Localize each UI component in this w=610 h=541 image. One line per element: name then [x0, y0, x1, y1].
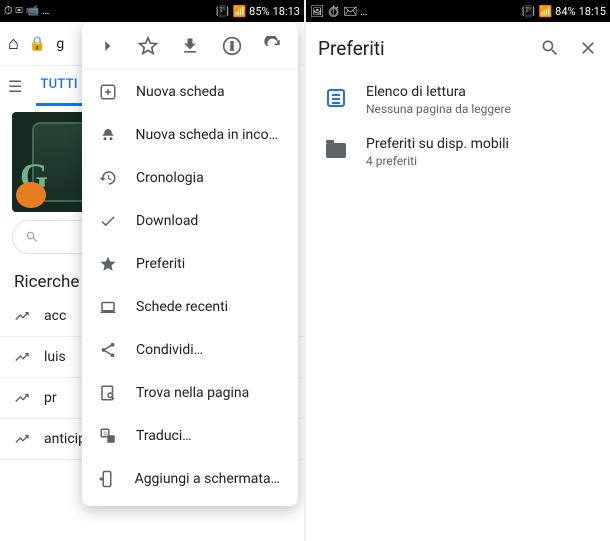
vibrate-icon: 📳	[216, 5, 230, 18]
menu-item-translate[interactable]: G Traduci…	[82, 414, 298, 457]
bookmarks-header: Preferiti	[306, 22, 610, 74]
trending-icon	[14, 431, 30, 447]
article-icon	[327, 89, 345, 107]
menu-item-incognito[interactable]: Nuova scheda in incog…	[82, 113, 298, 156]
menu-label: Schede recenti	[136, 299, 228, 315]
menu-label: Preferiti	[136, 256, 185, 272]
wifi-icon: 📶	[232, 5, 246, 18]
status-bar: 🖼 ⏱ ✉ … 📳 📶 84% 18:15	[306, 0, 610, 22]
menu-label: Nuova scheda	[136, 84, 225, 100]
menu-label: Trova nella pagina	[136, 385, 249, 401]
trend-label: acc	[44, 308, 66, 324]
menu-top-row	[82, 22, 298, 70]
clock-text: 18:13	[273, 5, 300, 18]
menu-item-recent[interactable]: Schede recenti	[82, 285, 298, 328]
trend-label: pr	[44, 390, 57, 406]
share-icon	[98, 341, 118, 359]
lock-icon: 🔒	[29, 36, 46, 52]
menu-label: Cronologia	[136, 170, 204, 186]
check-icon	[98, 212, 118, 230]
info-icon[interactable]	[221, 35, 243, 57]
menu-item-star[interactable]: Preferiti	[82, 242, 298, 285]
trending-icon	[14, 308, 30, 324]
history-icon	[98, 169, 118, 187]
bookmark-item[interactable]: Elenco di lettura Nessuna pagina da legge…	[306, 74, 610, 126]
trending-icon	[14, 349, 30, 365]
svg-text:G: G	[104, 431, 108, 437]
menu-label: Aggiungi a schermata H…	[135, 471, 282, 487]
trend-label: luis	[44, 349, 66, 365]
find-icon	[98, 384, 118, 402]
bookmark-title: Preferiti su disp. mobili	[366, 136, 509, 152]
menu-item-addhome[interactable]: Aggiungi a schermata H…	[82, 457, 298, 500]
phone-left: ⏱ ✉ 📹 … 📳 📶 85% 18:13 ⌂ 🔒 g ☰ TUTTI G Ri…	[0, 0, 304, 541]
folder-icon	[326, 143, 346, 158]
phone-right: 🖼 ⏱ ✉ … 📳 📶 84% 18:15 Preferiti Elenco d…	[306, 0, 610, 541]
url-text[interactable]: g	[56, 36, 64, 52]
status-icons-left: 🖼 ⏱ ✉ …	[310, 5, 367, 18]
menu-item-plus[interactable]: Nuova scheda	[82, 70, 298, 113]
menu-item-share[interactable]: Condividi…	[82, 328, 298, 371]
bookmark-subtitle: 4 preferiti	[366, 154, 509, 168]
menu-label: Condividi…	[136, 342, 203, 358]
status-icons-left: ⏱ ✉ 📹 …	[4, 4, 49, 18]
hamburger-icon[interactable]: ☰	[8, 77, 22, 96]
menu-item-find[interactable]: Trova nella pagina	[82, 371, 298, 414]
close-icon[interactable]	[578, 38, 598, 58]
star-icon[interactable]	[137, 35, 159, 57]
menu-item-check[interactable]: Download	[82, 199, 298, 242]
page-title: Preferiti	[318, 37, 522, 60]
battery-text: 85%	[249, 5, 269, 18]
menu-item-history[interactable]: Cronologia	[82, 156, 298, 199]
menu-label: Download	[136, 213, 198, 229]
search-icon	[25, 230, 39, 244]
vibrate-icon: 📳	[522, 5, 536, 18]
star-icon	[98, 255, 118, 273]
translate-icon: G	[98, 427, 118, 445]
plus-icon	[98, 83, 118, 101]
menu-label: Nuova scheda in incog…	[136, 127, 283, 143]
forward-icon[interactable]	[96, 35, 118, 57]
battery-text: 84%	[555, 5, 575, 18]
addhome-icon	[98, 470, 117, 488]
menu-label: Traduci…	[136, 428, 192, 444]
bookmark-subtitle: Nessuna pagina da leggere	[366, 102, 511, 116]
bookmark-item[interactable]: Preferiti su disp. mobili 4 preferiti	[306, 126, 610, 178]
tab-all[interactable]: TUTTI	[36, 66, 82, 106]
download-icon[interactable]	[179, 35, 201, 57]
wifi-icon: 📶	[538, 5, 552, 18]
chrome-menu: Nuova scheda Nuova scheda in incog… Cronol…	[82, 22, 298, 506]
clock-text: 18:15	[579, 5, 606, 18]
search-icon[interactable]	[540, 38, 560, 58]
trending-icon	[14, 390, 30, 406]
reload-icon[interactable]	[262, 35, 284, 57]
home-icon[interactable]: ⌂	[8, 33, 19, 54]
incognito-icon	[98, 126, 118, 144]
recent-icon	[98, 298, 118, 316]
status-bar: ⏱ ✉ 📹 … 📳 📶 85% 18:13	[0, 0, 304, 22]
bookmark-title: Elenco di lettura	[366, 84, 511, 100]
